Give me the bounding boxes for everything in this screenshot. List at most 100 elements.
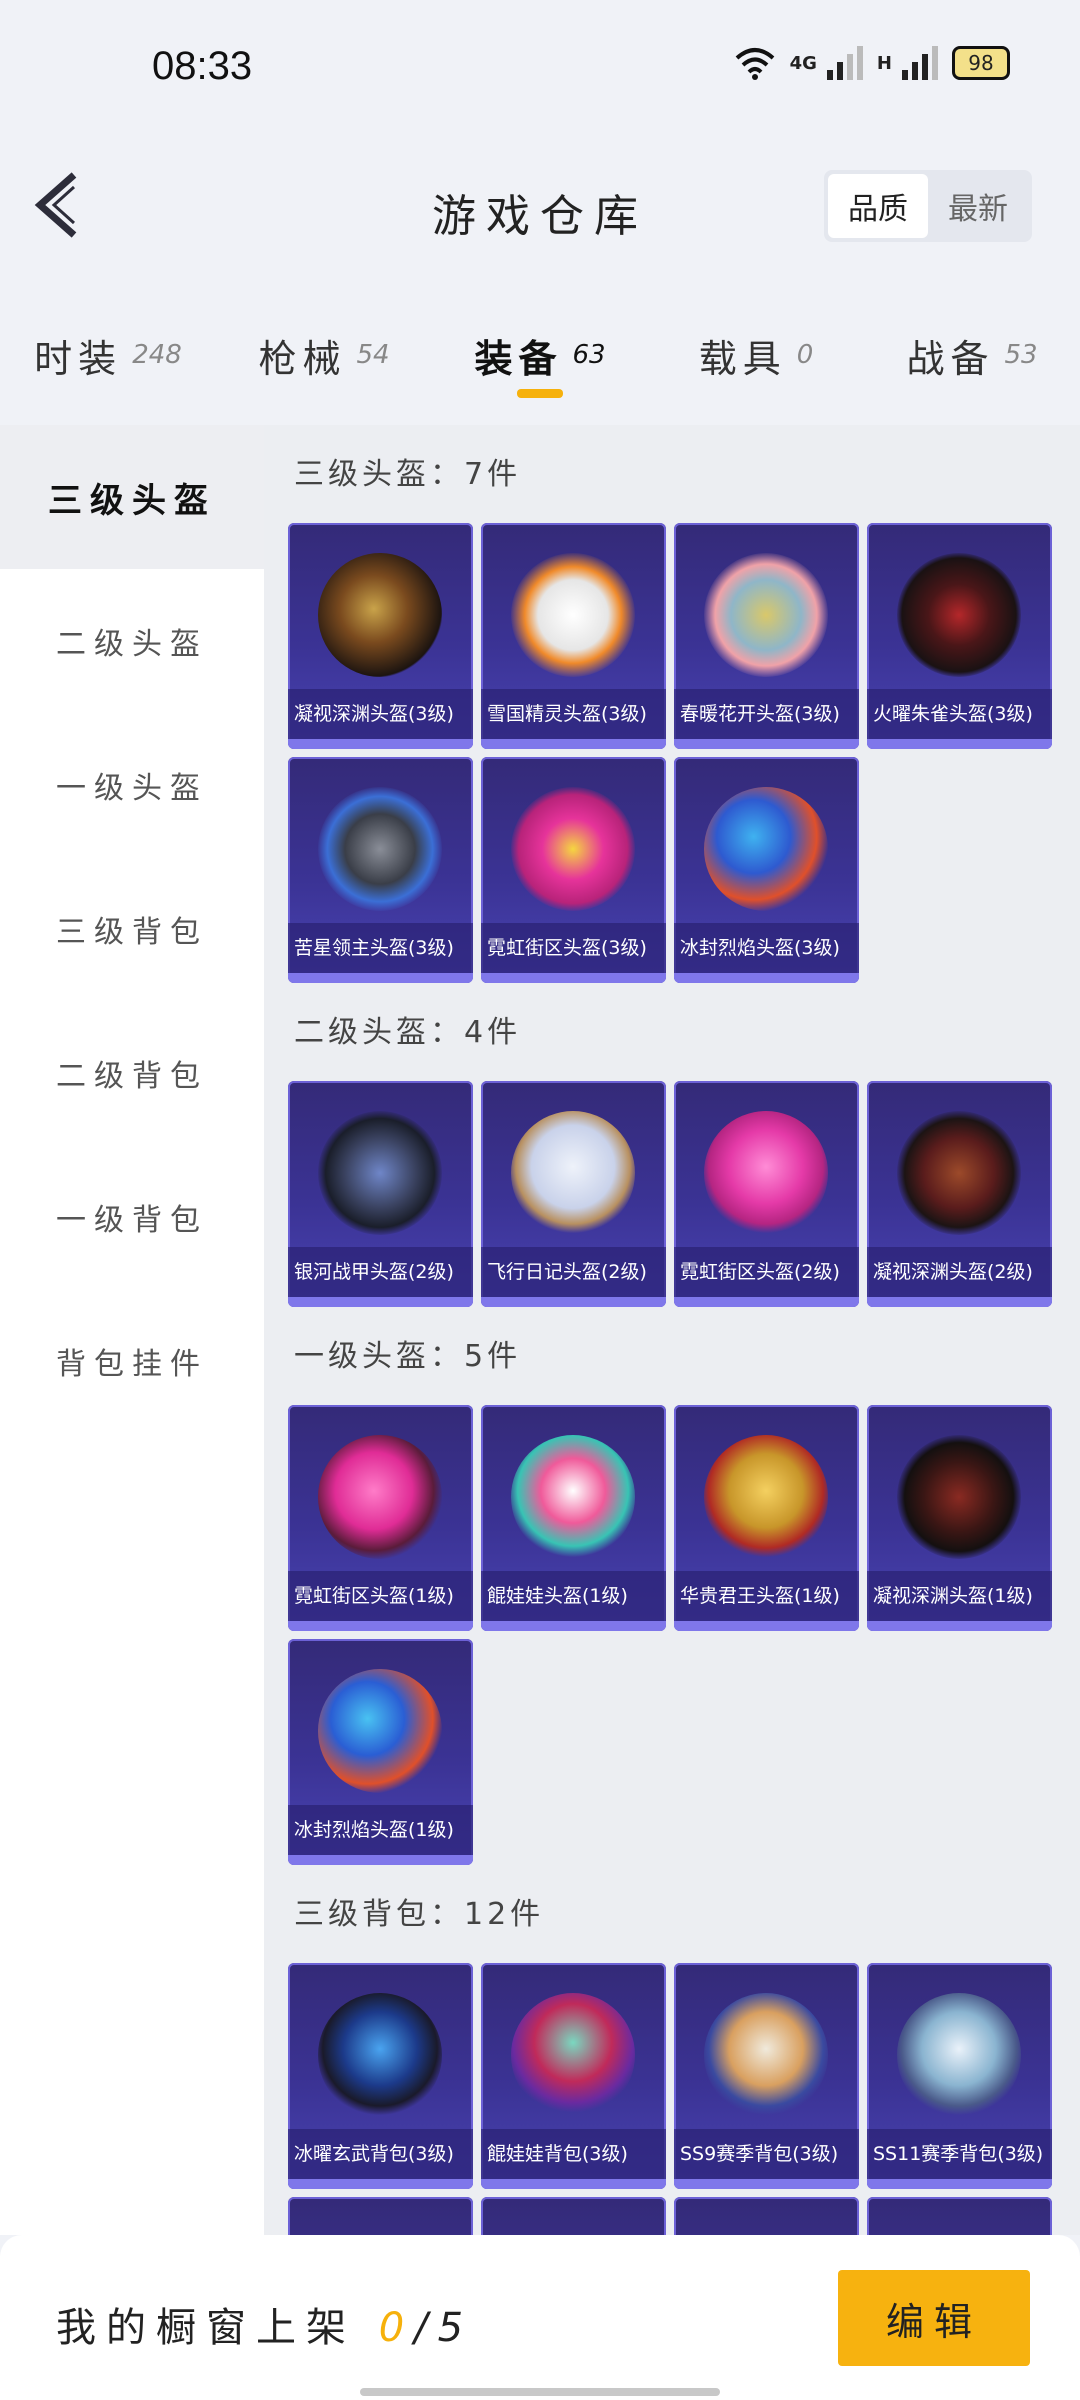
sidebar-item-lv2-helmet[interactable]: 二级头盔 [0, 569, 264, 713]
item-name: 苦星领主头盔(3级) [288, 923, 473, 973]
tab-equipment[interactable]: 装备 63 [432, 300, 648, 410]
item-name: 凝视深渊头盔(1级) [867, 1571, 1052, 1621]
wifi-icon [735, 48, 774, 80]
card-strip [481, 973, 666, 983]
card-strip [481, 1621, 666, 1631]
item-list[interactable]: 三级头盔：7件 凝视深渊头盔(3级) 雪国精灵头盔(3级) 春暖花开头盔(3级)… [264, 425, 1080, 2235]
item-card[interactable]: 凝视深渊头盔(2级) [867, 1081, 1052, 1307]
item-card[interactable]: 餛娃娃头盔(1级) [481, 1405, 666, 1631]
helmet-image [511, 1435, 635, 1559]
helmet-image [318, 1111, 442, 1235]
active-tab-indicator [517, 389, 563, 398]
item-card[interactable] [288, 2197, 473, 2235]
tab-vehicles[interactable]: 载具 0 [648, 300, 864, 410]
tab-count: 63 [572, 340, 606, 370]
item-name: 霓虹街区头盔(2级) [674, 1247, 859, 1297]
item-card[interactable] [867, 2197, 1052, 2235]
category-tabs: 时装 248 枪械 54 装备 63 载具 0 战备 53 [0, 300, 1080, 410]
item-grid: 霓虹街区头盔(1级) 餛娃娃头盔(1级) 华贵君王头盔(1级) 凝视深渊头盔(1… [264, 1391, 1080, 1865]
sort-newest-button[interactable]: 最新 [928, 174, 1028, 238]
card-strip [867, 739, 1052, 749]
item-card[interactable]: SS9赛季背包(3级) [674, 1963, 859, 2189]
item-card[interactable]: 冰曜玄武背包(3级) [288, 1963, 473, 2189]
card-strip [481, 2179, 666, 2189]
sidebar-item-lv1-backpack[interactable]: 一级背包 [0, 1145, 264, 1289]
tab-label: 载具 [698, 336, 787, 381]
sidebar-item-lv3-backpack[interactable]: 三级背包 [0, 857, 264, 1001]
sort-quality-button[interactable]: 品质 [828, 174, 928, 238]
item-card[interactable]: 霓虹街区头盔(3级) [481, 757, 666, 983]
helmet-image [511, 553, 635, 677]
sort-toggle: 品质 最新 [824, 170, 1032, 242]
item-name: 银河战甲头盔(2级) [288, 1247, 473, 1297]
item-card[interactable]: 凝视深渊头盔(1级) [867, 1405, 1052, 1631]
helmet-image [318, 1669, 442, 1793]
item-name: 雪国精灵头盔(3级) [481, 689, 666, 739]
tab-supplies[interactable]: 战备 53 [864, 300, 1080, 410]
item-name: 凝视深渊头盔(3级) [288, 689, 473, 739]
item-name: 餛娃娃背包(3级) [481, 2129, 666, 2179]
item-name: 餛娃娃头盔(1级) [481, 1571, 666, 1621]
item-card[interactable]: 火曜朱雀头盔(3级) [867, 523, 1052, 749]
sidebar: 三级头盔 二级头盔 一级头盔 三级背包 二级背包 一级背包 背包挂件 [0, 425, 264, 2235]
network-type-2: H [876, 52, 892, 74]
bottom-bar: 我的橱窗上架 0/5 编辑 [0, 2235, 1080, 2400]
backpack-image [897, 1993, 1021, 2117]
home-indicator[interactable] [360, 2388, 720, 2396]
item-card[interactable] [481, 2197, 666, 2235]
backpack-image [704, 1993, 828, 2117]
item-card[interactable]: 冰封烈焰头盔(1级) [288, 1639, 473, 1865]
card-strip [288, 1297, 473, 1307]
card-strip [674, 1621, 859, 1631]
edit-button[interactable]: 编辑 [838, 2270, 1030, 2366]
card-strip [674, 973, 859, 983]
showcase-label: 我的橱窗上架 0/5 [56, 2295, 473, 2353]
tab-weapons[interactable]: 枪械 54 [216, 300, 432, 410]
item-grid: 银河战甲头盔(2级) 飞行日记头盔(2级) 霓虹街区头盔(2级) 凝视深渊头盔(… [264, 1067, 1080, 1307]
backpack-image [318, 1993, 442, 2117]
item-name: 霓虹街区头盔(1级) [288, 1571, 473, 1621]
tab-count: 54 [356, 340, 390, 370]
status-bar: 08:33 4G H 98 [0, 0, 1080, 140]
section-title: 三级背包：12件 [294, 1897, 545, 1932]
sidebar-item-lv2-backpack[interactable]: 二级背包 [0, 1001, 264, 1145]
helmet-image [511, 1111, 635, 1235]
tab-fashion[interactable]: 时装 248 [0, 300, 216, 410]
helmet-image [704, 1435, 828, 1559]
item-card[interactable]: 霓虹街区头盔(2级) [674, 1081, 859, 1307]
card-strip [288, 2179, 473, 2189]
tab-count: 53 [1004, 340, 1038, 370]
backpack-image [511, 1993, 635, 2117]
helmet-image [318, 787, 442, 911]
item-card[interactable]: 冰封烈焰头盔(3级) [674, 757, 859, 983]
signal-icon-2 [902, 46, 938, 80]
tab-label: 时装 [34, 336, 123, 381]
item-card[interactable]: 飞行日记头盔(2级) [481, 1081, 666, 1307]
card-strip [867, 1297, 1052, 1307]
item-card[interactable]: 雪国精灵头盔(3级) [481, 523, 666, 749]
card-strip [867, 1621, 1052, 1631]
clock: 08:33 [152, 44, 253, 88]
battery-icon: 98 [952, 46, 1010, 80]
item-card[interactable]: 餛娃娃背包(3级) [481, 1963, 666, 2189]
helmet-image [704, 1111, 828, 1235]
network-type: 4G [789, 52, 817, 74]
item-card[interactable]: SS11赛季背包(3级) [867, 1963, 1052, 2189]
item-card[interactable]: 银河战甲头盔(2级) [288, 1081, 473, 1307]
sidebar-item-lv3-helmet[interactable]: 三级头盔 [0, 425, 264, 569]
item-card[interactable]: 凝视深渊头盔(3级) [288, 523, 473, 749]
item-card[interactable]: 霓虹街区头盔(1级) [288, 1405, 473, 1631]
item-card[interactable]: 苦星领主头盔(3级) [288, 757, 473, 983]
item-card[interactable]: 华贵君王头盔(1级) [674, 1405, 859, 1631]
status-icons: 4G H 98 [734, 46, 1010, 80]
section-title: 一级头盔：5件 [294, 1339, 522, 1374]
sidebar-item-backpack-charm[interactable]: 背包挂件 [0, 1289, 264, 1433]
item-grid: 凝视深渊头盔(3级) 雪国精灵头盔(3级) 春暖花开头盔(3级) 火曜朱雀头盔(… [264, 509, 1080, 983]
item-card[interactable]: 春暖花开头盔(3级) [674, 523, 859, 749]
tab-label: 装备 [474, 336, 563, 381]
card-strip [481, 1297, 666, 1307]
sidebar-item-lv1-helmet[interactable]: 一级头盔 [0, 713, 264, 857]
item-name: 凝视深渊头盔(2级) [867, 1247, 1052, 1297]
showcase-current: 0 [378, 2305, 415, 2351]
item-card[interactable] [674, 2197, 859, 2235]
